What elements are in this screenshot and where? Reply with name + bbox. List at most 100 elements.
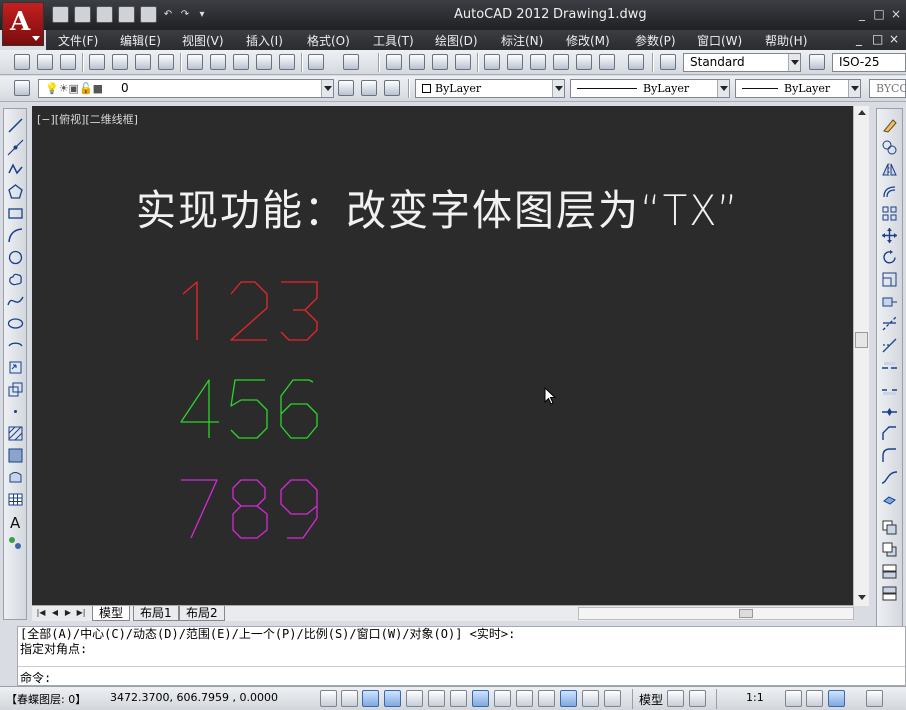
command-window[interactable]: [全部(A)/中心(C)/动态(D)/范围(E)/上一个(P)/比例(S)/窗口… <box>17 626 906 686</box>
print-icon[interactable] <box>140 6 157 23</box>
menu-format[interactable]: 格式(O) <box>307 32 350 49</box>
model-space-button[interactable]: 模型 <box>639 691 663 708</box>
dynamic-ucs-icon[interactable] <box>494 690 511 707</box>
digit-8[interactable] <box>232 479 268 539</box>
drawing-canvas[interactable]: [−][俯视][二维线框] 实现功能：改变字体图层为“TX” <box>32 106 853 606</box>
hatch-icon[interactable] <box>7 425 24 442</box>
make-block-icon[interactable] <box>7 381 24 398</box>
revision-cloud-icon[interactable] <box>7 271 24 288</box>
ellipse-icon[interactable] <box>7 315 24 332</box>
first-tab-icon[interactable]: |◀ <box>36 607 46 619</box>
lineweight-icon[interactable] <box>538 690 555 707</box>
3d-object-snap-icon[interactable] <box>450 690 467 707</box>
help-icon[interactable] <box>628 54 644 70</box>
grid-display-icon[interactable] <box>362 690 379 707</box>
blend-curves-icon[interactable] <box>881 469 898 486</box>
clean-screen-icon[interactable] <box>866 690 883 707</box>
infer-constraints-icon[interactable] <box>320 690 337 707</box>
arc-icon[interactable] <box>7 227 24 244</box>
insert-block-icon[interactable] <box>7 359 24 376</box>
ellipse-arc-icon[interactable] <box>7 337 24 354</box>
markup-icon[interactable] <box>576 54 592 70</box>
digit-3[interactable] <box>280 281 318 341</box>
digit-9[interactable] <box>280 479 318 539</box>
break-icon[interactable] <box>881 381 898 398</box>
vertical-scrollbar[interactable] <box>853 106 869 606</box>
annotation-scale-icon[interactable] <box>724 690 741 707</box>
color-select[interactable]: ByLayer <box>415 79 565 98</box>
new-icon[interactable] <box>52 6 69 23</box>
plot-style-select[interactable]: BYCOL <box>869 79 906 98</box>
pan-icon[interactable] <box>386 54 402 70</box>
draw-order-under-icon[interactable] <box>881 585 898 602</box>
close-button[interactable]: × <box>889 7 903 21</box>
scroll-up-icon[interactable] <box>858 110 866 115</box>
dim-style-icon[interactable] <box>809 54 825 70</box>
move-icon[interactable] <box>881 227 898 244</box>
tool-palettes-icon[interactable] <box>530 54 546 70</box>
menu-parametric[interactable]: 参数(P) <box>635 32 676 49</box>
rectangle-icon[interactable] <box>7 205 24 222</box>
menu-window[interactable]: 窗口(W) <box>697 32 742 49</box>
polygon-icon[interactable] <box>7 183 24 200</box>
scroll-down-icon[interactable] <box>858 595 866 600</box>
explode-icon[interactable] <box>881 491 898 508</box>
cut-icon[interactable] <box>187 54 203 70</box>
auto-scale-icon[interactable] <box>806 690 823 707</box>
snap-mode-icon[interactable] <box>341 690 358 707</box>
dynamic-input-icon[interactable] <box>516 690 533 707</box>
app-menu-button[interactable]: A <box>2 2 44 46</box>
doc-minimize-button[interactable]: _ <box>856 32 862 46</box>
digit-5[interactable] <box>230 379 268 439</box>
layer-state-icon[interactable] <box>384 80 400 96</box>
scale-icon[interactable] <box>881 271 898 288</box>
qnew-icon[interactable] <box>14 54 30 70</box>
construction-line-icon[interactable] <box>7 139 24 156</box>
zoom-previous-icon[interactable] <box>455 54 471 70</box>
table-icon[interactable] <box>7 491 24 508</box>
horizontal-scrollbar[interactable] <box>578 607 854 620</box>
dim-style-select[interactable]: ISO-25 <box>832 53 906 72</box>
add-selected-icon[interactable] <box>7 535 24 552</box>
polyline-icon[interactable] <box>7 161 24 178</box>
3d-print-icon[interactable] <box>158 54 174 70</box>
object-snap-icon[interactable] <box>428 690 445 707</box>
menu-help[interactable]: 帮助(H) <box>765 32 807 49</box>
redo-icon[interactable]: ↷ <box>179 6 191 23</box>
calculator-icon[interactable] <box>599 54 615 70</box>
last-tab-icon[interactable]: ▶| <box>76 607 86 619</box>
linetype-select[interactable]: ByLayer <box>570 79 730 98</box>
tab-layout1[interactable]: 布局1 <box>133 606 179 621</box>
text-style-icon[interactable] <box>660 54 676 70</box>
match-properties-icon[interactable] <box>256 54 272 70</box>
block-editor-icon[interactable] <box>279 54 295 70</box>
paste-icon[interactable] <box>233 54 249 70</box>
mirror-icon[interactable] <box>881 161 898 178</box>
menu-dimension[interactable]: 标注(N) <box>501 32 543 49</box>
erase-icon[interactable] <box>881 117 898 134</box>
stretch-icon[interactable] <box>881 293 898 310</box>
zoom-realtime-icon[interactable] <box>409 54 425 70</box>
doc-close-button[interactable]: × <box>889 32 899 46</box>
annotation-visibility-icon[interactable] <box>785 690 802 707</box>
ortho-mode-icon[interactable] <box>384 690 401 707</box>
selection-cycling-icon[interactable] <box>604 690 621 707</box>
next-tab-icon[interactable]: ▶ <box>63 607 73 619</box>
extend-icon[interactable] <box>881 337 898 354</box>
digit-6[interactable] <box>280 379 318 439</box>
scroll-thumb[interactable] <box>855 332 868 348</box>
minimize-button[interactable]: _ <box>855 7 869 21</box>
menu-view[interactable]: 视图(V) <box>182 32 224 49</box>
horizontal-scroll-thumb[interactable] <box>739 609 753 618</box>
spline-icon[interactable] <box>7 293 24 310</box>
sheet-set-icon[interactable] <box>553 54 569 70</box>
save-icon[interactable] <box>60 54 76 70</box>
command-input[interactable]: 命令: <box>20 669 51 686</box>
undo-icon[interactable] <box>308 54 324 70</box>
open-icon[interactable] <box>74 6 91 23</box>
menu-draw[interactable]: 绘图(D) <box>435 32 478 49</box>
region-icon[interactable] <box>7 469 24 486</box>
design-center-icon[interactable] <box>507 54 523 70</box>
copy-icon[interactable] <box>210 54 226 70</box>
digit-text-objects[interactable] <box>32 106 853 606</box>
